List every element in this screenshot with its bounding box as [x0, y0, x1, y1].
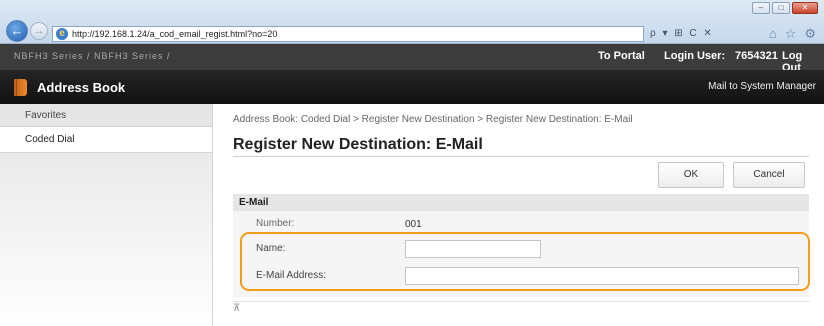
login-user-id: 7654321	[735, 50, 778, 62]
name-field[interactable]	[405, 240, 541, 258]
app-title: Address Book	[37, 80, 126, 95]
maximize-button[interactable]: □	[772, 2, 790, 14]
browser-icons: ⌂ ☆ ⚙	[769, 26, 816, 42]
header-strip: NBFH3 Series / NBFH3 Series / To Portal …	[0, 44, 824, 74]
home-icon[interactable]: ⌂	[769, 26, 777, 42]
minimize-button[interactable]: –	[752, 2, 770, 14]
settings-gear-icon[interactable]: ⚙	[804, 26, 816, 42]
address-bar[interactable]: e http://192.168.1.24/a_cod_email_regist…	[52, 26, 644, 42]
ok-button[interactable]: OK	[658, 162, 724, 188]
cancel-button[interactable]: Cancel	[733, 162, 805, 188]
login-user-label: Login User:	[664, 50, 726, 62]
address-book-icon	[14, 79, 27, 96]
scroll-to-top-icon[interactable]: ⊼	[233, 303, 240, 314]
window-controls: – □ ✕	[752, 2, 818, 14]
back-button[interactable]: ←	[6, 20, 28, 42]
to-portal-link[interactable]: To Portal	[598, 50, 645, 62]
mail-to-system-manager-link[interactable]: Mail to System Manager	[708, 81, 816, 92]
browser-logo-icon: e	[56, 28, 68, 40]
address-bar-tools[interactable]: ρ ▾ ⊞ C ✕	[650, 28, 714, 39]
number-label: Number:	[256, 218, 295, 229]
device-model-name: NBFH3 Series / NBFH3 Series /	[14, 51, 171, 61]
favorites-star-icon[interactable]: ☆	[785, 26, 797, 42]
name-label: Name:	[256, 243, 286, 254]
page-title: Register New Destination: E-Mail	[233, 136, 483, 153]
number-value: 001	[405, 219, 422, 230]
email-address-label: E-Mail Address:	[256, 270, 327, 281]
email-address-field[interactable]	[405, 267, 799, 285]
close-window-button[interactable]: ✕	[792, 2, 818, 14]
browser-toolbar: – □ ✕ ← → e http://192.168.1.24/a_cod_em…	[0, 0, 824, 44]
sidebar-item-coded-dial[interactable]: Coded Dial	[0, 127, 212, 153]
sidebar: Favorites Coded Dial	[0, 104, 213, 326]
forward-button[interactable]: →	[30, 22, 48, 40]
section-header-email: E-Mail	[233, 194, 809, 211]
footer-divider	[233, 301, 809, 302]
sidebar-item-favorites[interactable]: Favorites	[0, 104, 212, 127]
breadcrumb: Address Book: Coded Dial > Register New …	[233, 114, 633, 125]
title-divider	[233, 156, 809, 157]
url-text[interactable]: http://192.168.1.24/a_cod_email_regist.h…	[72, 29, 277, 39]
app-title-bar: Address Book Mail to System Manager	[0, 70, 824, 104]
